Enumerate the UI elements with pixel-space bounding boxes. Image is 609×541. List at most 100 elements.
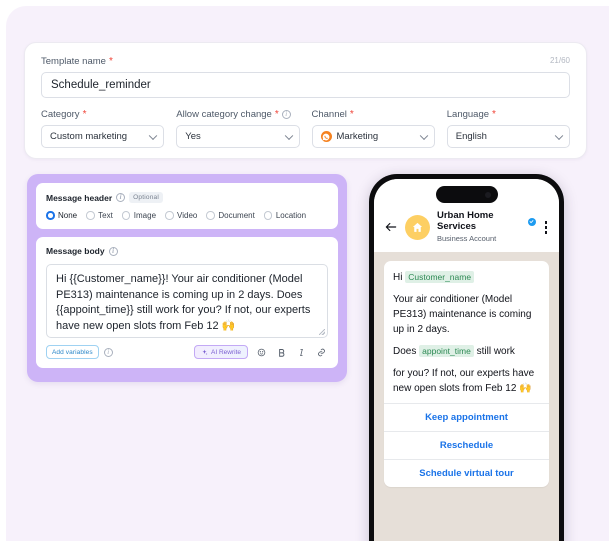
info-icon[interactable]: i: [116, 193, 126, 202]
allow-category-change-label: Allow category change * i: [176, 109, 299, 120]
allow-category-change-label-text: Allow category change: [176, 109, 272, 120]
message-greeting-line: Hi Customer_name: [393, 270, 540, 285]
template-name-label: Template name *: [41, 56, 570, 67]
app-canvas: Template name * 21/60 Category * Custom …: [0, 0, 609, 541]
quick-reply-schedule-virtual-tour[interactable]: Schedule virtual tour: [384, 458, 549, 487]
message-body-title-text: Message body: [46, 246, 105, 256]
line2-after-text: still work: [476, 345, 515, 357]
avatar: [405, 214, 430, 240]
line2-before-text: Does: [393, 345, 417, 357]
italic-icon[interactable]: [295, 346, 308, 359]
required-asterisk-icon: *: [492, 108, 496, 120]
channel-label-text: Channel: [311, 109, 347, 120]
category-select[interactable]: Custom marketing: [41, 125, 165, 148]
radio-option-video[interactable]: Video: [165, 211, 197, 220]
optional-badge: Optional: [129, 192, 163, 203]
home-icon: [412, 222, 423, 232]
settings-row: Category * Custom marketing Allow catego…: [41, 109, 570, 148]
template-name-input[interactable]: [41, 72, 570, 98]
quick-reply-reschedule[interactable]: Reschedule: [384, 430, 549, 459]
info-icon[interactable]: i: [281, 110, 291, 119]
whatsapp-icon: [320, 131, 332, 142]
ai-rewrite-button[interactable]: AI Rewrite: [194, 345, 248, 359]
emoji-icon[interactable]: [255, 346, 268, 359]
chat-messages-area: Hi Customer_name Your air conditioner (M…: [374, 252, 559, 496]
front-camera-icon: [484, 191, 491, 198]
more-options-icon[interactable]: [543, 219, 550, 236]
editor-toolbar: Add variables i AI Rewrite: [46, 345, 328, 359]
chevron-down-icon: [284, 131, 293, 140]
channel-label: Channel *: [312, 109, 435, 120]
radio-indicator-icon: [263, 211, 273, 220]
variable-chip-appoint-time: appoint_time: [419, 344, 474, 357]
message-header-title-text: Message header: [46, 192, 113, 203]
link-icon[interactable]: [315, 346, 328, 359]
category-label-text: Category: [41, 109, 80, 120]
language-value: English: [455, 131, 487, 142]
message-line-2: Does appoint_time still work: [393, 344, 540, 359]
language-field: Language * English: [446, 109, 570, 148]
bold-icon[interactable]: [275, 346, 288, 359]
message-bubble: Hi Customer_name Your air conditioner (M…: [384, 260, 549, 487]
channel-field: Channel * Marketing: [311, 109, 435, 148]
add-variables-button[interactable]: Add variables: [46, 345, 99, 359]
quick-reply-keep-appointment[interactable]: Keep appointment: [384, 402, 549, 431]
channel-select[interactable]: Marketing: [311, 125, 435, 148]
sparkle-icon: [202, 349, 208, 355]
category-field: Category * Custom marketing: [41, 109, 165, 148]
allow-category-change-field: Allow category change * i Yes: [176, 109, 300, 148]
chevron-down-icon: [419, 131, 428, 140]
info-icon[interactable]: i: [103, 347, 113, 357]
radio-option-location[interactable]: Location: [263, 211, 307, 220]
radio-label: None: [58, 211, 78, 220]
radio-label: Video: [177, 211, 198, 220]
back-arrow-icon[interactable]: [384, 220, 398, 234]
phone-screen: Urban Home Services Business Account Hi …: [374, 179, 559, 541]
radio-indicator-icon: [121, 211, 131, 220]
category-label: Category *: [41, 109, 164, 120]
radio-label: Text: [98, 211, 113, 220]
radio-label: Image: [133, 211, 157, 220]
info-icon[interactable]: i: [108, 246, 118, 256]
message-header-card: Message header i Optional None Text Imag…: [36, 183, 338, 229]
radio-option-none[interactable]: None: [46, 211, 77, 220]
ai-rewrite-label: AI Rewrite: [211, 348, 241, 356]
template-name-label-text: Template name: [41, 56, 106, 67]
phone-preview: Urban Home Services Business Account Hi …: [369, 174, 564, 541]
radio-option-image[interactable]: Image: [121, 211, 157, 220]
message-editor-panel: Message header i Optional None Text Imag…: [27, 174, 347, 382]
character-counter: 21/60: [549, 56, 570, 65]
radio-label: Document: [218, 211, 255, 220]
message-line-3: for you? If not, our experts have new op…: [393, 367, 535, 394]
account-type: Business Account: [437, 233, 497, 243]
radio-indicator-icon: [86, 211, 95, 220]
language-select[interactable]: English: [446, 125, 570, 148]
radio-option-document[interactable]: Document: [206, 211, 255, 220]
verified-badge-icon: [527, 217, 536, 226]
radio-option-text[interactable]: Text: [86, 211, 113, 220]
category-value: Custom marketing: [50, 131, 128, 142]
required-asterisk-icon: *: [274, 108, 279, 120]
channel-value: Marketing: [336, 131, 379, 142]
chevron-down-icon: [554, 131, 564, 140]
radio-indicator-icon: [206, 211, 215, 220]
radio-label: Location: [275, 211, 307, 220]
phone-notch: [435, 186, 498, 203]
greeting-text: Hi: [393, 271, 403, 283]
variable-chip-customer-name: Customer_name: [405, 270, 475, 283]
language-label: Language *: [447, 109, 570, 120]
resize-handle[interactable]: [319, 329, 325, 335]
template-settings-card: Template name * 21/60 Category * Custom …: [24, 42, 587, 159]
message-body-card: Message body i Hi {{Customer_name}}! You…: [36, 237, 338, 368]
business-name: Urban Home Services: [437, 210, 536, 233]
header-type-radio-group: None Text Image Video Document Location: [46, 211, 328, 220]
message-header-title: Message header i Optional: [46, 192, 328, 203]
required-asterisk-icon: *: [82, 108, 87, 120]
required-asterisk-icon: *: [108, 55, 113, 67]
message-line-1: Your air conditioner (Model PE313) maint…: [393, 293, 532, 335]
message-body-textarea[interactable]: Hi {{Customer_name}}! Your air condition…: [46, 264, 328, 338]
radio-indicator-icon: [165, 211, 174, 220]
allow-category-change-select[interactable]: Yes: [176, 125, 300, 148]
business-name-text: Urban Home Services: [437, 210, 494, 232]
message-body-title: Message body i: [46, 246, 328, 256]
